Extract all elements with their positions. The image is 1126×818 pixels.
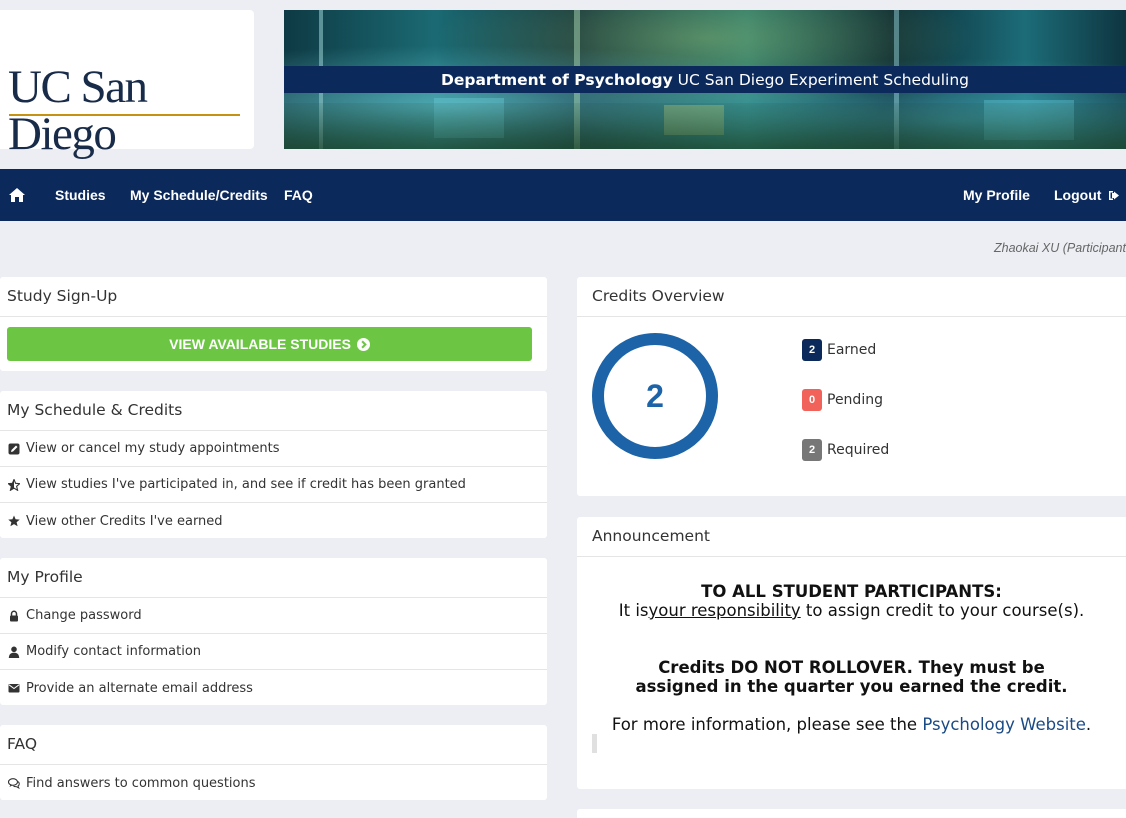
announcement-heading: TO ALL STUDENT PARTICIPANTS: (701, 582, 1002, 601)
header-banner: Department of Psychology UC San Diego Ex… (284, 10, 1126, 149)
logo-box[interactable]: UC San Diego (0, 10, 254, 158)
logout-label: Logout (1054, 187, 1102, 203)
announcement-panel: Announcement TO ALL STUDENT PARTICIPANTS… (577, 517, 1126, 789)
required-badge: 2 (802, 439, 822, 461)
list-item[interactable]: Change password (0, 598, 547, 634)
banner-title-bar: Department of Psychology UC San Diego Ex… (284, 66, 1126, 93)
earned-label: Earned (827, 342, 877, 358)
panel-title: Announcement (577, 517, 1126, 557)
lock-icon (7, 609, 20, 622)
button-label: VIEW AVAILABLE STUDIES (169, 336, 351, 352)
responsibility-emphasis: your responsibility (648, 601, 801, 620)
list-item[interactable]: Modify contact information (0, 634, 547, 670)
half-star-icon (7, 478, 20, 491)
study-signup-panel: Study Sign-Up VIEW AVAILABLE STUDIES (0, 277, 547, 371)
item-label: View other Credits I've earned (26, 513, 223, 529)
nav-studies[interactable]: Studies (55, 169, 106, 221)
announcement-more-info: For more information, please see the Psy… (611, 715, 1092, 734)
earned-badge: 2 (802, 339, 822, 361)
list-item[interactable]: Provide an alternate email address (0, 670, 547, 706)
psychology-website-link[interactable]: Psychology Website (922, 715, 1086, 734)
home-icon[interactable] (9, 169, 25, 221)
envelope-icon (7, 682, 20, 695)
nav-logout[interactable]: Logout (1054, 169, 1120, 221)
item-label: View or cancel my study appointments (26, 441, 280, 456)
list-item[interactable]: View studies I've participated in, and s… (0, 467, 547, 503)
user-icon (7, 645, 20, 658)
view-available-studies-button[interactable]: VIEW AVAILABLE STUDIES (7, 327, 532, 361)
item-label: Provide an alternate email address (26, 680, 253, 696)
announcement-rollover-1: Credits DO NOT ROLLOVER. They must be (658, 658, 1045, 677)
panel-title: My Profile (0, 558, 547, 598)
item-label: Change password (26, 608, 142, 623)
nav-my-schedule-credits[interactable]: My Schedule/Credits (130, 169, 268, 221)
announcement-rollover-2: assigned in the quarter you earned the c… (635, 677, 1068, 696)
credits-total: 2 (646, 378, 664, 414)
comments-icon (7, 777, 20, 790)
main-navbar: Studies My Schedule/Credits FAQ My Profi… (0, 169, 1126, 221)
schedule-credits-panel: My Schedule & Credits View or cancel my … (0, 391, 547, 538)
item-label: Modify contact information (26, 644, 202, 659)
faq-panel: FAQ Find answers to common questions (0, 725, 547, 800)
nav-my-profile[interactable]: My Profile (963, 169, 1030, 221)
pending-label: Pending (827, 392, 883, 408)
user-display-name: Zhaokai XU (Participant (993, 241, 1126, 255)
logo-underline (9, 114, 240, 116)
announcement-responsibility: It isyour responsibility to assign credi… (618, 601, 1085, 620)
required-label: Required (827, 442, 890, 458)
item-label: View studies I've participated in, and s… (26, 477, 466, 492)
pending-badge: 0 (802, 389, 822, 411)
panel-title: My Schedule & Credits (0, 391, 547, 431)
panel-title: Credits Overview (577, 277, 1126, 317)
nav-faq[interactable]: FAQ (284, 169, 313, 221)
edit-icon (7, 442, 20, 455)
next-panel (577, 809, 1126, 818)
logout-icon (1109, 190, 1120, 200)
star-icon (7, 515, 20, 528)
my-profile-panel: My Profile Change password Modify contac… (0, 558, 547, 705)
list-item[interactable]: View other Credits I've earned (0, 503, 547, 539)
panel-title: FAQ (0, 725, 547, 765)
chevron-circle-right-icon (356, 337, 370, 351)
list-item[interactable]: View or cancel my study appointments (0, 431, 547, 467)
list-item[interactable]: Find answers to common questions (0, 765, 547, 801)
credits-overview-panel: Credits Overview 2 2 Earned 0 Pending 2 … (577, 277, 1126, 496)
ucsd-logo: UC San Diego (8, 61, 148, 160)
required-legend: 2 Required (802, 439, 889, 461)
item-label: Find answers to common questions (26, 775, 256, 791)
quote-marker (592, 734, 597, 753)
panel-title: Study Sign-Up (0, 277, 547, 317)
earned-legend: 2 Earned (802, 339, 876, 361)
pending-legend: 0 Pending (802, 389, 883, 411)
banner-title: Department of Psychology UC San Diego Ex… (440, 70, 970, 89)
